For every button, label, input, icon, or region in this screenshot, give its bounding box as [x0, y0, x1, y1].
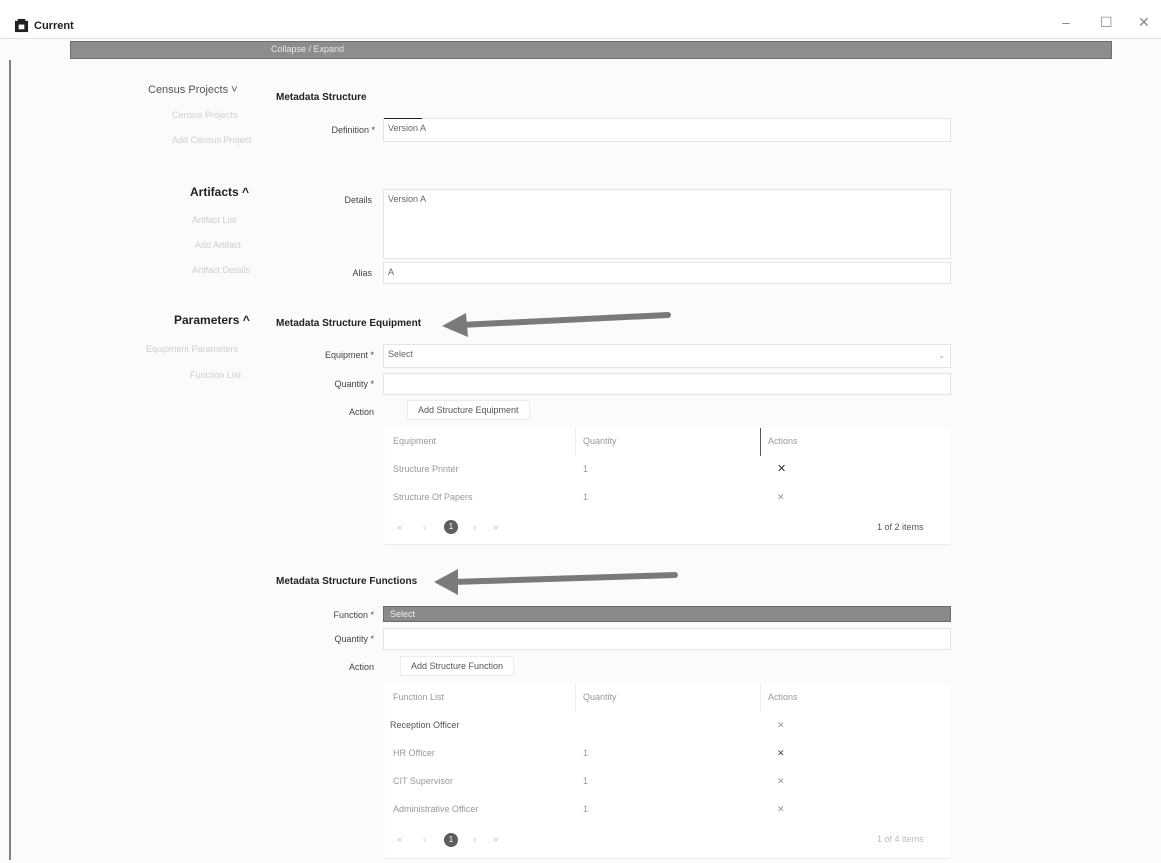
delete-icon[interactable]: ✕ [777, 804, 785, 815]
pager-next-icon[interactable]: › [473, 522, 476, 532]
nav-item-equipment-parameters[interactable]: Equipment Parameters [146, 344, 238, 354]
top-toolbar[interactable]: Collapse / Expand [70, 41, 1112, 59]
nav-item-add-census[interactable]: Add Census Project [172, 135, 252, 145]
function-row-qty: 1 [583, 776, 589, 786]
pager-summary: 1 of 4 items [877, 834, 924, 844]
pager-current-page[interactable]: 1 [444, 520, 458, 534]
app-icon [14, 18, 29, 33]
function-row-qty: 1 [583, 804, 589, 814]
delete-icon[interactable]: ✕ [777, 462, 786, 475]
pager-current-page[interactable]: 1 [444, 833, 458, 847]
delete-icon[interactable]: ✕ [777, 776, 785, 787]
table-row: Structure Printer 1 ✕ [385, 456, 950, 485]
nav-item-census-list[interactable]: Census Projects [172, 110, 238, 120]
window-title: Current [34, 20, 74, 32]
window-left-border [9, 60, 11, 860]
table-row: CIT Supervisor 1 ✕ [385, 768, 950, 797]
delete-icon[interactable]: ✕ [777, 720, 785, 731]
equipment-select[interactable]: Select [383, 344, 951, 368]
alias-input[interactable]: A [383, 262, 951, 284]
pager-prev-icon[interactable]: ‹ [423, 834, 426, 844]
definition-cursor-mark [384, 118, 422, 119]
definition-label: Definition * [331, 125, 375, 135]
equipment-row-name: Structure Of Papers [393, 492, 473, 502]
pager-last-icon[interactable]: » [493, 522, 498, 532]
add-structure-function-button[interactable]: Add Structure Function [400, 656, 515, 676]
delete-icon[interactable]: ✕ [777, 748, 785, 759]
functions-col-quantity: Quantity [583, 692, 617, 702]
functions-col-actions: Actions [768, 692, 798, 702]
pager-next-icon[interactable]: › [473, 834, 476, 844]
function-quantity-input[interactable] [383, 628, 951, 650]
equipment-col-quantity: Quantity [583, 436, 617, 446]
pager-prev-icon[interactable]: ‹ [423, 522, 426, 532]
pager-first-icon[interactable]: « [397, 834, 402, 844]
nav-item-artifact-list[interactable]: Artifact List [192, 215, 237, 225]
arrow-annotation-equipment [442, 312, 671, 337]
equipment-section-heading: Metadata Structure Equipment [276, 318, 422, 329]
chevron-down-icon: ⌄ [938, 350, 946, 360]
functions-section-heading: Metadata Structure Functions [276, 576, 418, 587]
equipment-col-equipment: Equipment [393, 436, 437, 446]
top-toolbar-label: Collapse / Expand [271, 44, 345, 54]
pager-summary: 1 of 2 items [877, 522, 924, 532]
equipment-quantity-input[interactable] [383, 373, 951, 395]
table-row: Structure Of Papers 1 ✕ [385, 484, 950, 513]
nav-parameters[interactable]: Parameters ^ [174, 313, 250, 327]
window-titlebar: Current – ☐ ✕ [0, 0, 1161, 39]
table-row: Reception Officer ✕ [385, 712, 950, 741]
equipment-quantity-label: Quantity * [334, 379, 374, 389]
column-divider [575, 428, 576, 456]
equipment-table-header: Equipment Quantity Actions [385, 428, 950, 457]
close-button[interactable]: ✕ [1138, 14, 1150, 31]
equipment-pager: « ‹ 1 › » 1 of 2 items [385, 512, 950, 545]
column-divider [575, 684, 576, 712]
functions-table-header: Function List Quantity Actions [385, 684, 950, 713]
definition-input[interactable]: Version A [383, 118, 951, 142]
column-divider [760, 428, 761, 456]
maximize-button[interactable]: ☐ [1100, 14, 1113, 31]
function-row-name: CIT Supervisor [393, 776, 453, 786]
equipment-row-qty: 1 [583, 492, 589, 502]
column-divider [760, 684, 761, 712]
function-quantity-label: Quantity * [334, 634, 374, 644]
details-textarea[interactable]: Version A [383, 189, 951, 259]
arrow-annotation-functions [434, 569, 678, 595]
add-structure-equipment-button[interactable]: Add Structure Equipment [407, 400, 530, 420]
details-label: Details [344, 195, 372, 205]
nav-item-add-artifact[interactable]: Add Artifact [195, 240, 241, 250]
table-row: HR Officer 1 ✕ [385, 740, 950, 769]
function-action-label: Action [348, 662, 374, 672]
nav-item-artifact-details[interactable]: Artifact Details [192, 265, 250, 275]
pager-last-icon[interactable]: » [493, 834, 498, 844]
nav-item-function-list[interactable]: Function List [190, 370, 241, 380]
equipment-col-actions: Actions [768, 436, 798, 446]
functions-col-function: Function List [393, 692, 445, 702]
function-select-value: Select [390, 609, 416, 619]
function-row-name: Administrative Officer [393, 804, 479, 814]
function-row-name: Reception Officer [390, 720, 460, 730]
function-label: Function * [333, 610, 374, 620]
pager-first-icon[interactable]: « [397, 522, 402, 532]
functions-pager: « ‹ 1 › » 1 of 4 items [385, 824, 950, 859]
equipment-row-qty: 1 [583, 464, 589, 474]
metadata-structure-heading: Metadata Structure [276, 92, 367, 103]
equipment-label: Equipment * [324, 350, 374, 360]
nav-census-projects[interactable]: Census Projects ˅ [148, 84, 238, 96]
delete-icon[interactable]: ✕ [777, 492, 785, 503]
table-row: Administrative Officer 1 ✕ [385, 796, 950, 825]
equipment-row-name: Structure Printer [393, 464, 459, 474]
nav-artifacts[interactable]: Artifacts ^ [190, 185, 249, 199]
alias-label: Alias [352, 268, 372, 278]
function-row-qty: 1 [583, 748, 589, 758]
equipment-action-label: Action [348, 407, 374, 417]
function-select[interactable]: Select [383, 606, 951, 622]
function-row-name: HR Officer [393, 748, 435, 758]
minimize-button[interactable]: – [1062, 14, 1070, 30]
